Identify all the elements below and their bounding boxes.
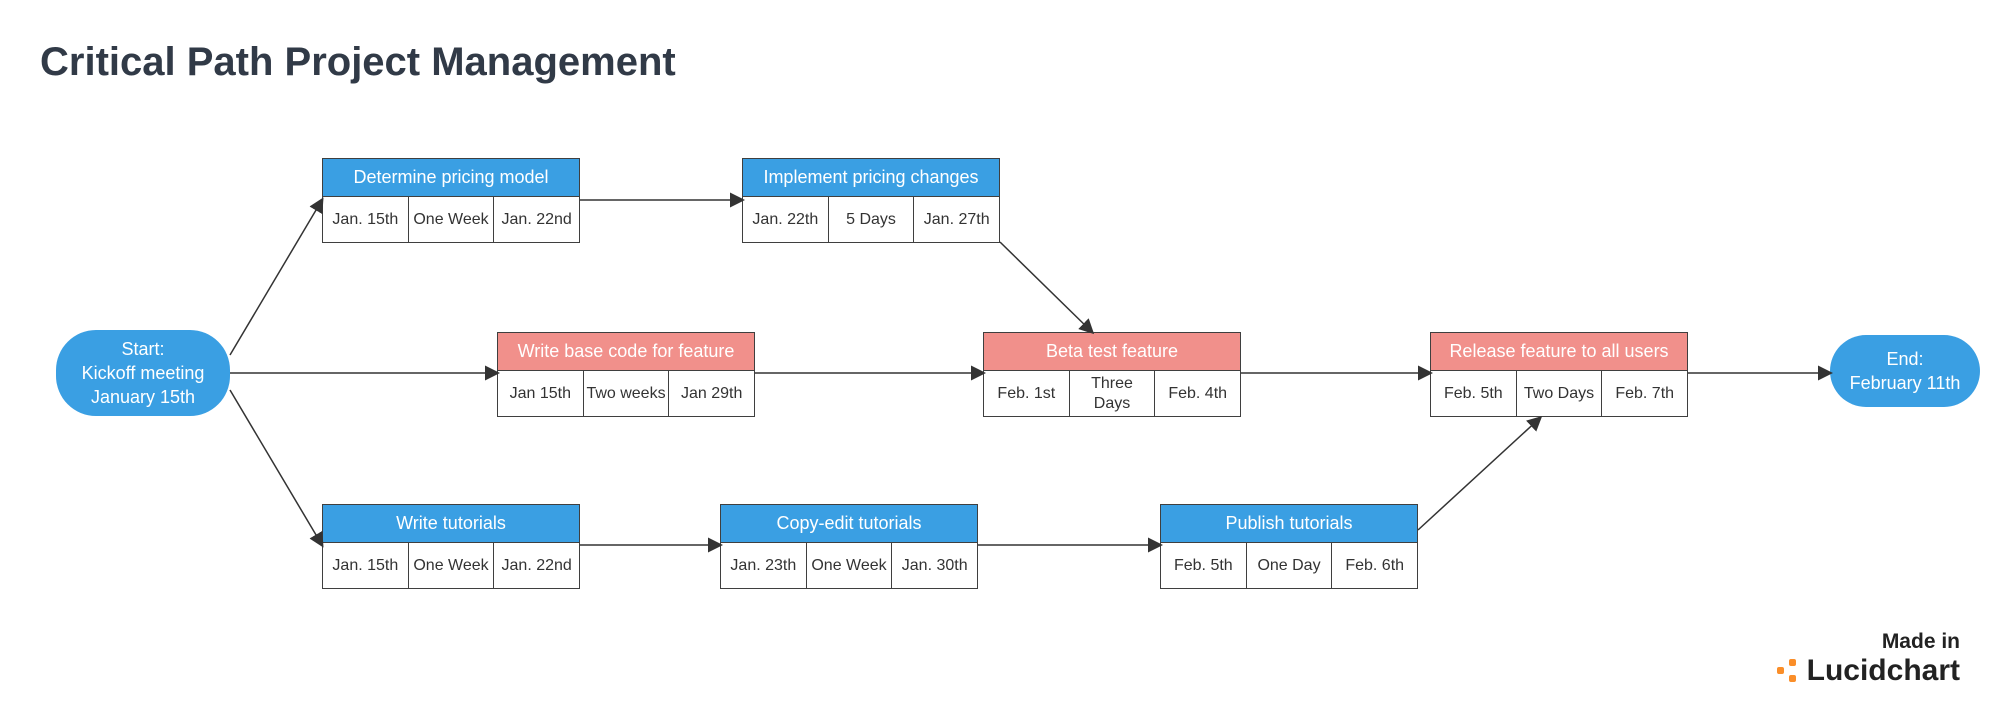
start-label-1: Start:: [70, 337, 216, 361]
cell-start: Jan. 15th: [323, 196, 409, 242]
node-title: Copy-edit tutorials: [721, 505, 977, 542]
cell-start: Jan. 22th: [743, 196, 829, 242]
cell-end: Jan. 22nd: [494, 196, 579, 242]
node-title: Write tutorials: [323, 505, 579, 542]
cell-duration: Two weeks: [584, 370, 670, 416]
cell-start: Jan. 15th: [323, 542, 409, 588]
cell-end: Feb. 6th: [1332, 542, 1417, 588]
node-base-code: Write base code for feature Jan 15th Two…: [497, 332, 755, 417]
node-pricing-changes: Implement pricing changes Jan. 22th 5 Da…: [742, 158, 1000, 243]
cell-end: Feb. 7th: [1602, 370, 1687, 416]
cell-start: Jan. 23th: [721, 542, 807, 588]
cell-duration: Two Days: [1517, 370, 1603, 416]
node-title: Publish tutorials: [1161, 505, 1417, 542]
end-label-1: End:: [1844, 347, 1966, 371]
watermark-line2: Lucidchart: [1807, 654, 1960, 688]
lucidchart-logo-icon: [1777, 659, 1801, 683]
node-title: Determine pricing model: [323, 159, 579, 196]
cell-duration: 5 Days: [829, 196, 915, 242]
node-end: End: February 11th: [1830, 335, 1980, 407]
cell-duration: Three Days: [1070, 370, 1156, 416]
cell-end: Jan. 22nd: [494, 542, 579, 588]
start-label-3: January 15th: [70, 385, 216, 409]
node-title: Write base code for feature: [498, 333, 754, 370]
node-publish: Publish tutorials Feb. 5th One Day Feb. …: [1160, 504, 1418, 589]
cell-duration: One Week: [807, 542, 893, 588]
node-beta-test: Beta test feature Feb. 1st Three Days Fe…: [983, 332, 1241, 417]
diagram-canvas: Start: Kickoff meeting January 15th End:…: [0, 0, 2000, 718]
node-start: Start: Kickoff meeting January 15th: [56, 330, 230, 416]
node-release: Release feature to all users Feb. 5th Tw…: [1430, 332, 1688, 417]
node-copy-edit: Copy-edit tutorials Jan. 23th One Week J…: [720, 504, 978, 589]
cell-end: Feb. 4th: [1155, 370, 1240, 416]
cell-end: Jan. 27th: [914, 196, 999, 242]
cell-start: Jan 15th: [498, 370, 584, 416]
node-title: Implement pricing changes: [743, 159, 999, 196]
end-label-2: February 11th: [1844, 371, 1966, 395]
cell-duration: One Week: [409, 196, 495, 242]
node-pricing-model: Determine pricing model Jan. 15th One We…: [322, 158, 580, 243]
node-title: Release feature to all users: [1431, 333, 1687, 370]
cell-end: Jan. 30th: [892, 542, 977, 588]
start-label-2: Kickoff meeting: [70, 361, 216, 385]
node-write-tutorials: Write tutorials Jan. 15th One Week Jan. …: [322, 504, 580, 589]
node-title: Beta test feature: [984, 333, 1240, 370]
cell-end: Jan 29th: [669, 370, 754, 416]
cell-duration: One Week: [409, 542, 495, 588]
watermark: Made in Lucidchart: [1777, 630, 1960, 688]
cell-start: Feb. 1st: [984, 370, 1070, 416]
cell-start: Feb. 5th: [1431, 370, 1517, 416]
watermark-line1: Made in: [1777, 630, 1960, 654]
cell-start: Feb. 5th: [1161, 542, 1247, 588]
cell-duration: One Day: [1247, 542, 1333, 588]
